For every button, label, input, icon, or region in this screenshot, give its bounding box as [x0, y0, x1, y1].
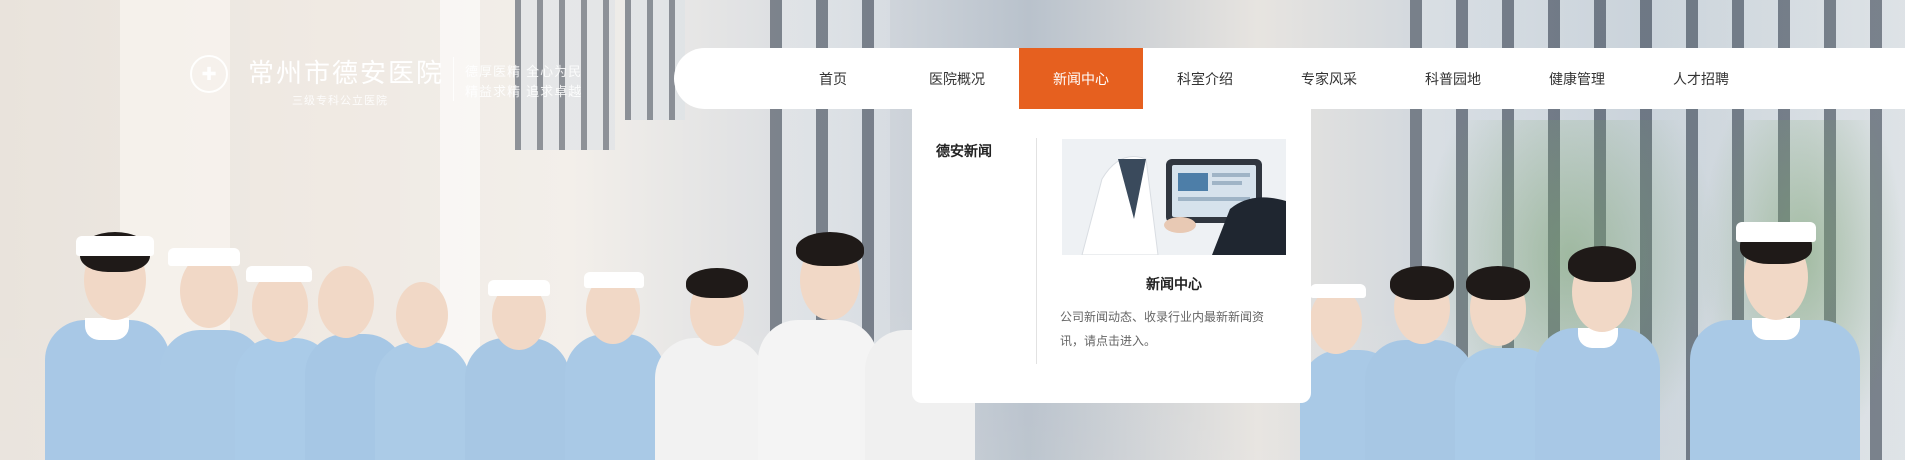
nav-items: 首页 医院概况 新闻中心 科室介绍 专家风采 科普园地 健康管理 人才招聘: [771, 48, 1763, 109]
dropdown-divider: [1036, 138, 1037, 364]
main-nav-bar: 首页 医院概况 新闻中心 科室介绍 专家风采 科普园地 健康管理 人才招聘: [674, 48, 1905, 109]
hospital-subtitle: 三级专科公立医院: [292, 94, 388, 107]
news-card-description: 公司新闻动态、收录行业内最新新闻资讯，请点击进入。: [1060, 310, 1265, 348]
hospital-motto-line2: 精益求精 追求卓越: [465, 85, 583, 100]
nav-item-recruitment[interactable]: 人才招聘: [1639, 48, 1763, 109]
hospital-motto-line1: 德厚医精 全心为民: [465, 65, 583, 80]
nav-item-science[interactable]: 科普园地: [1391, 48, 1515, 109]
nav-item-news-center[interactable]: 新闻中心: [1019, 48, 1143, 109]
hospital-logo[interactable]: ✚ 常州市德安医院 三级专科公立医院 德厚医精 全心为民 精益求精 追求卓越: [190, 55, 610, 115]
dropdown-link-dean-news[interactable]: 德安新闻: [936, 141, 992, 161]
news-card-title[interactable]: 新闻中心: [1062, 274, 1286, 294]
hospital-name: 常州市德安医院: [248, 59, 445, 89]
news-card-image[interactable]: [1062, 139, 1286, 255]
hospital-emblem-icon: ✚: [190, 55, 228, 93]
nav-item-departments[interactable]: 科室介绍: [1143, 48, 1267, 109]
logo-divider: [453, 57, 454, 101]
nav-item-hospital-overview[interactable]: 医院概况: [895, 48, 1019, 109]
nav-item-experts[interactable]: 专家风采: [1267, 48, 1391, 109]
nav-item-health-management[interactable]: 健康管理: [1515, 48, 1639, 109]
nav-item-home[interactable]: 首页: [771, 48, 895, 109]
news-dropdown-panel: 德安新闻 新闻中心 公司新闻动态、收录行业内最新新闻资讯，请点击进入。: [912, 109, 1311, 403]
